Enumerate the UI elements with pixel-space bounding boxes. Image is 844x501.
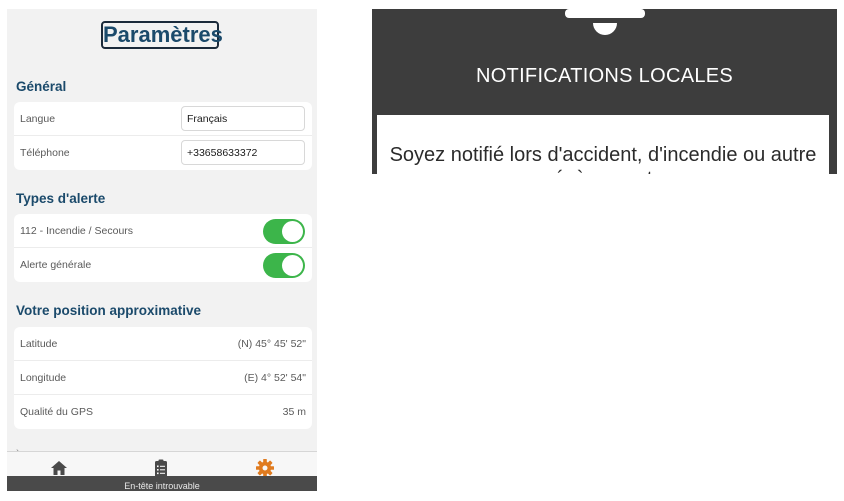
toggle-knob	[282, 221, 303, 242]
phone-field[interactable]: +33658633372	[181, 140, 305, 165]
settings-screen: Paramètres Général Langue Français Télép…	[7, 9, 317, 491]
alert-label-fire: 112 - Incendie / Secours	[20, 225, 134, 237]
phone-label: Téléphone	[20, 147, 70, 159]
tab-settings[interactable]	[255, 458, 275, 478]
notifications-panel: NOTIFICATIONS LOCALES Soyez notifié lors…	[372, 9, 837, 174]
footer-bar: En-tête introuvable	[7, 476, 317, 491]
phone-row: Téléphone +33658633372	[14, 136, 312, 170]
alerts-card: 112 - Incendie / Secours Alerte générale	[14, 214, 312, 282]
section-title-position: Votre position approximative	[16, 303, 202, 318]
bell-icon	[565, 9, 645, 35]
language-label: Langue	[20, 113, 56, 125]
alert-row-general: Alerte générale	[14, 248, 312, 282]
tab-reports[interactable]	[151, 458, 171, 478]
page-title: Paramètres	[101, 21, 223, 49]
latitude-label: Latitude	[20, 338, 58, 350]
tab-home[interactable]	[49, 458, 69, 478]
latitude-row: Latitude (N) 45° 45' 52"	[14, 327, 312, 361]
gps-quality-label: Qualité du GPS	[20, 406, 93, 418]
longitude-value: (E) 4° 52' 54"	[244, 372, 306, 384]
gear-icon	[256, 459, 274, 477]
toggle-knob	[282, 255, 303, 276]
general-card: Langue Français Téléphone +33658633372	[14, 102, 312, 170]
alert-label-general: Alerte générale	[20, 259, 92, 271]
longitude-label: Longitude	[20, 372, 67, 384]
notification-message: Soyez notifié lors d'accident, d'incendi…	[389, 144, 817, 174]
position-card: Latitude (N) 45° 45' 52" Longitude (E) 4…	[14, 327, 312, 429]
clipboard-list-icon	[155, 459, 167, 477]
notification-card: Soyez notifié lors d'accident, d'incendi…	[377, 115, 829, 174]
latitude-value: (N) 45° 45' 52"	[237, 338, 306, 350]
longitude-row: Longitude (E) 4° 52' 54"	[14, 361, 312, 395]
section-title-alerts: Types d'alerte	[16, 191, 106, 206]
gps-quality-value: 35 m	[282, 406, 306, 418]
section-title-general: Général	[16, 79, 67, 94]
language-row: Langue Français	[14, 102, 312, 136]
gps-quality-row: Qualité du GPS 35 m	[14, 395, 312, 429]
alert-toggle-fire[interactable]	[263, 219, 305, 244]
alert-row-fire: 112 - Incendie / Secours	[14, 214, 312, 248]
notifications-heading: NOTIFICATIONS LOCALES	[475, 65, 734, 87]
alert-toggle-general[interactable]	[263, 253, 305, 278]
footer-text: En-tête introuvable	[124, 481, 200, 491]
language-field[interactable]: Français	[181, 106, 305, 131]
home-icon	[51, 461, 67, 475]
